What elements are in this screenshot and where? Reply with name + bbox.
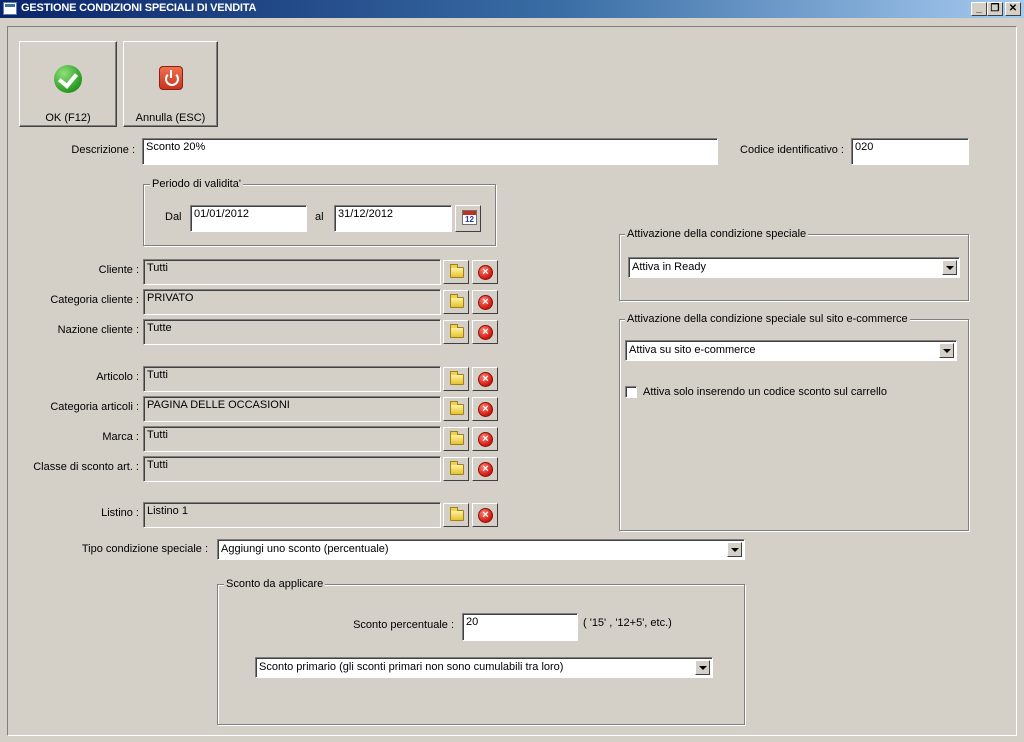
tipo-sconto-value: Sconto primario (gli sconti primari non … xyxy=(259,661,564,673)
classe-sconto-field[interactable]: Tutti xyxy=(143,456,441,482)
delete-icon: × xyxy=(478,325,493,340)
folder-icon xyxy=(450,431,464,445)
articolo-browse-button[interactable] xyxy=(443,367,469,391)
attivazione-legend: Attivazione della condizione speciale xyxy=(625,228,809,240)
tipo-condizione-select[interactable]: Aggiungi uno sconto (percentuale) xyxy=(217,539,745,560)
tipo-condizione-value: Aggiungi uno sconto (percentuale) xyxy=(221,543,389,555)
periodo-legend: Periodo di validita' xyxy=(150,178,243,190)
delete-icon: × xyxy=(478,372,493,387)
al-label: al xyxy=(315,211,324,223)
minimize-icon[interactable]: _ xyxy=(971,2,987,16)
ecommerce-legend: Attivazione della condizione speciale su… xyxy=(625,313,910,325)
folder-icon xyxy=(450,294,464,308)
sconto-percentuale-label: Sconto percentuale : xyxy=(353,619,454,631)
nazione-cliente-browse-button[interactable] xyxy=(443,320,469,344)
dal-date-input[interactable]: 01/01/2012 xyxy=(190,205,307,232)
categoria-cliente-browse-button[interactable] xyxy=(443,290,469,314)
articolo-label: Articolo : xyxy=(96,371,139,383)
marca-field[interactable]: Tutti xyxy=(143,426,441,452)
ecommerce-value: Attiva su sito e-commerce xyxy=(629,344,756,356)
delete-icon: × xyxy=(478,432,493,447)
folder-icon xyxy=(450,401,464,415)
articolo-field[interactable]: Tutti xyxy=(143,366,441,392)
tipo-sconto-select[interactable]: Sconto primario (gli sconti primari non … xyxy=(255,657,713,678)
classe-sconto-label: Classe di sconto art. : xyxy=(33,461,139,473)
listino-label: Listino : xyxy=(101,507,139,519)
sconto-group xyxy=(217,584,745,725)
sconto-percentuale-input[interactable]: 20 xyxy=(462,613,578,641)
listino-clear-button[interactable]: × xyxy=(472,503,498,527)
delete-icon: × xyxy=(478,508,493,523)
close-icon[interactable]: ✕ xyxy=(1005,2,1021,16)
sconto-hint: ( '15' , '12+5', etc.) xyxy=(583,617,672,629)
cliente-clear-button[interactable]: × xyxy=(472,260,498,284)
categoria-cliente-label: Categoria cliente : xyxy=(50,294,139,306)
ecommerce-select[interactable]: Attiva su sito e-commerce xyxy=(625,340,957,361)
descrizione-input[interactable]: Sconto 20% xyxy=(142,138,718,165)
categoria-articoli-clear-button[interactable]: × xyxy=(472,397,498,421)
marca-clear-button[interactable]: × xyxy=(472,427,498,451)
cancel-button-label: Annulla (ESC) xyxy=(135,112,206,124)
delete-icon: × xyxy=(478,295,493,310)
classe-sconto-browse-button[interactable] xyxy=(443,457,469,481)
ok-button-label: OK (F12) xyxy=(45,112,91,124)
folder-icon xyxy=(450,264,464,278)
categoria-articoli-label: Categoria articoli : xyxy=(50,401,139,413)
categoria-articoli-browse-button[interactable] xyxy=(443,397,469,421)
window-title: GESTIONE CONDIZIONI SPECIALI DI VENDITA xyxy=(21,2,257,14)
codice-sconto-checkbox-label: Attiva solo inserendo un codice sconto s… xyxy=(643,386,887,398)
dal-label: Dal xyxy=(165,211,182,223)
power-icon xyxy=(159,66,183,90)
codice-input[interactable]: 020 xyxy=(851,138,969,165)
chevron-down-icon[interactable] xyxy=(939,343,954,358)
marca-browse-button[interactable] xyxy=(443,427,469,451)
cancel-button[interactable]: Annulla (ESC) xyxy=(123,41,218,127)
ok-button[interactable]: OK (F12) xyxy=(19,41,117,127)
chevron-down-icon[interactable] xyxy=(942,260,957,275)
restore-icon[interactable]: ❐ xyxy=(987,2,1003,16)
nazione-cliente-label: Nazione cliente : xyxy=(57,324,139,336)
calendar-button[interactable] xyxy=(455,205,481,232)
cliente-browse-button[interactable] xyxy=(443,260,469,284)
delete-icon: × xyxy=(478,402,493,417)
attivazione-value: Attiva in Ready xyxy=(632,261,706,273)
nazione-cliente-clear-button[interactable]: × xyxy=(472,320,498,344)
listino-browse-button[interactable] xyxy=(443,503,469,527)
delete-icon: × xyxy=(478,265,493,280)
sconto-legend: Sconto da applicare xyxy=(224,578,326,590)
app-icon xyxy=(3,2,17,15)
categoria-cliente-clear-button[interactable]: × xyxy=(472,290,498,314)
calendar-icon xyxy=(462,210,477,225)
categoria-cliente-field[interactable]: PRIVATO xyxy=(143,289,441,315)
marca-label: Marca : xyxy=(102,431,139,443)
codice-sconto-checkbox[interactable] xyxy=(625,386,637,398)
nazione-cliente-field[interactable]: Tutte xyxy=(143,319,441,345)
title-bar: GESTIONE CONDIZIONI SPECIALI DI VENDITA … xyxy=(0,0,1024,18)
classe-sconto-clear-button[interactable]: × xyxy=(472,457,498,481)
check-icon xyxy=(54,65,82,93)
folder-icon xyxy=(450,507,464,521)
articolo-clear-button[interactable]: × xyxy=(472,367,498,391)
cliente-field[interactable]: Tutti xyxy=(143,259,441,285)
folder-icon xyxy=(450,461,464,475)
chevron-down-icon[interactable] xyxy=(727,542,742,557)
al-date-input[interactable]: 31/12/2012 xyxy=(334,205,452,232)
folder-icon xyxy=(450,324,464,338)
delete-icon: × xyxy=(478,462,493,477)
codice-label: Codice identificativo : xyxy=(740,144,844,156)
listino-field[interactable]: Listino 1 xyxy=(143,502,441,528)
tipo-condizione-label: Tipo condizione speciale : xyxy=(81,543,208,555)
chevron-down-icon[interactable] xyxy=(695,660,710,675)
descrizione-label: Descrizione : xyxy=(71,144,135,156)
folder-icon xyxy=(450,371,464,385)
cliente-label: Cliente : xyxy=(98,264,139,276)
attivazione-select[interactable]: Attiva in Ready xyxy=(628,257,960,278)
categoria-articoli-field[interactable]: PAGINA DELLE OCCASIONI xyxy=(143,396,441,422)
